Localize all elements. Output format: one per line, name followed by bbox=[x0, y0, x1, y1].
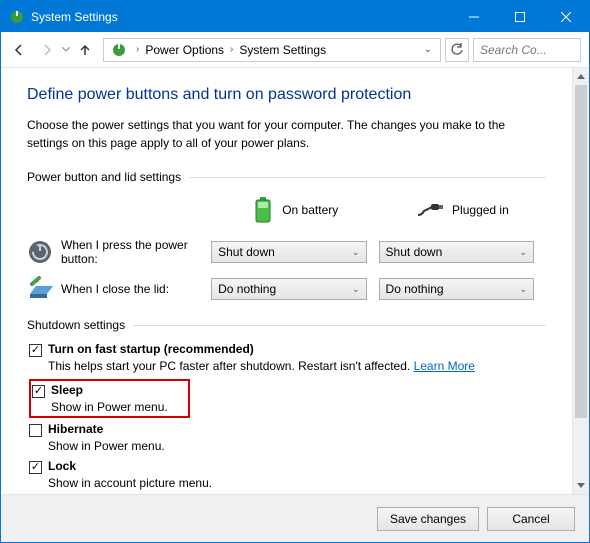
row-label: When I close the lid: bbox=[61, 282, 169, 296]
content: Define power buttons and turn on passwor… bbox=[1, 68, 572, 494]
chevron-down-icon: ⌄ bbox=[519, 247, 527, 258]
page-description: Choose the power settings that you want … bbox=[27, 116, 546, 152]
sleep-sub: Show in Power menu. bbox=[51, 400, 168, 414]
sleep-checkbox[interactable] bbox=[32, 385, 45, 398]
hibernate-label: Hibernate bbox=[48, 422, 103, 436]
scroll-track[interactable] bbox=[573, 85, 589, 477]
lock-label: Lock bbox=[48, 459, 76, 473]
lid-plugged-select[interactable]: Do nothing⌄ bbox=[379, 278, 534, 300]
highlight-sleep: Sleep Show in Power menu. bbox=[29, 379, 190, 418]
footer: Save changes Cancel bbox=[1, 494, 589, 542]
close-button[interactable] bbox=[543, 1, 589, 32]
chevron-right-icon: › bbox=[226, 44, 237, 55]
window-controls bbox=[451, 1, 589, 32]
navbar: › Power Options › System Settings ⌄ Sear… bbox=[1, 32, 589, 68]
cancel-button[interactable]: Cancel bbox=[487, 507, 575, 531]
window-title: System Settings bbox=[31, 10, 451, 24]
chevron-down-icon: ⌄ bbox=[519, 284, 527, 295]
app-icon bbox=[9, 9, 25, 25]
search-input[interactable]: Search Co... bbox=[473, 38, 581, 62]
learn-more-link[interactable]: Learn More bbox=[414, 359, 475, 373]
section-power-button-lid: Power button and lid settings bbox=[27, 170, 546, 184]
col-plugged-in: Plugged in bbox=[379, 196, 546, 224]
forward-button[interactable] bbox=[35, 38, 59, 62]
section-shutdown: Shutdown settings bbox=[27, 318, 546, 332]
scroll-thumb[interactable] bbox=[575, 85, 587, 418]
back-button[interactable] bbox=[7, 38, 31, 62]
row-label: When I press the power button: bbox=[61, 238, 211, 266]
fast-startup-checkbox[interactable] bbox=[29, 344, 42, 357]
breadcrumb[interactable]: › Power Options › System Settings ⌄ bbox=[103, 38, 441, 62]
hibernate-sub: Show in Power menu. bbox=[48, 439, 546, 453]
power-options-icon bbox=[110, 41, 128, 59]
history-dropdown[interactable] bbox=[61, 38, 71, 62]
power-button-plugged-select[interactable]: Shut down⌄ bbox=[379, 241, 534, 263]
chevron-down-icon: ⌄ bbox=[352, 284, 360, 295]
fast-startup-label: Turn on fast startup (recommended) bbox=[48, 342, 254, 356]
save-button[interactable]: Save changes bbox=[377, 507, 479, 531]
lock-sub: Show in account picture menu. bbox=[48, 476, 546, 490]
power-button-icon bbox=[27, 239, 53, 265]
row-close-lid: When I close the lid: Do nothing⌄ Do not… bbox=[27, 276, 546, 302]
window: System Settings › Power Options › System… bbox=[0, 0, 590, 543]
col-on-battery: On battery bbox=[212, 196, 379, 224]
chevron-down-icon: ⌄ bbox=[352, 247, 360, 258]
minimize-button[interactable] bbox=[451, 1, 497, 32]
lid-icon bbox=[27, 276, 53, 302]
breadcrumb-power-options[interactable]: Power Options bbox=[143, 43, 226, 57]
column-headers: On battery Plugged in bbox=[27, 196, 546, 224]
chevron-right-icon: › bbox=[132, 44, 143, 55]
fast-startup-sub: This helps start your PC faster after sh… bbox=[48, 359, 546, 373]
sleep-label: Sleep bbox=[51, 383, 83, 397]
chevron-down-icon[interactable]: ⌄ bbox=[418, 44, 438, 55]
scroll-up-button[interactable] bbox=[573, 68, 589, 85]
page-title: Define power buttons and turn on passwor… bbox=[27, 86, 546, 104]
plug-icon bbox=[416, 201, 444, 219]
up-button[interactable] bbox=[73, 38, 97, 62]
scroll-down-button[interactable] bbox=[573, 477, 589, 494]
row-power-button: When I press the power button: Shut down… bbox=[27, 238, 546, 266]
hibernate-checkbox[interactable] bbox=[29, 424, 42, 437]
power-button-battery-select[interactable]: Shut down⌄ bbox=[211, 241, 366, 263]
lid-battery-select[interactable]: Do nothing⌄ bbox=[211, 278, 366, 300]
lock-checkbox[interactable] bbox=[29, 461, 42, 474]
battery-icon bbox=[252, 196, 274, 224]
refresh-button[interactable] bbox=[445, 38, 469, 62]
maximize-button[interactable] bbox=[497, 1, 543, 32]
breadcrumb-system-settings[interactable]: System Settings bbox=[237, 43, 328, 57]
titlebar: System Settings bbox=[1, 1, 589, 32]
scrollbar[interactable] bbox=[572, 68, 589, 494]
